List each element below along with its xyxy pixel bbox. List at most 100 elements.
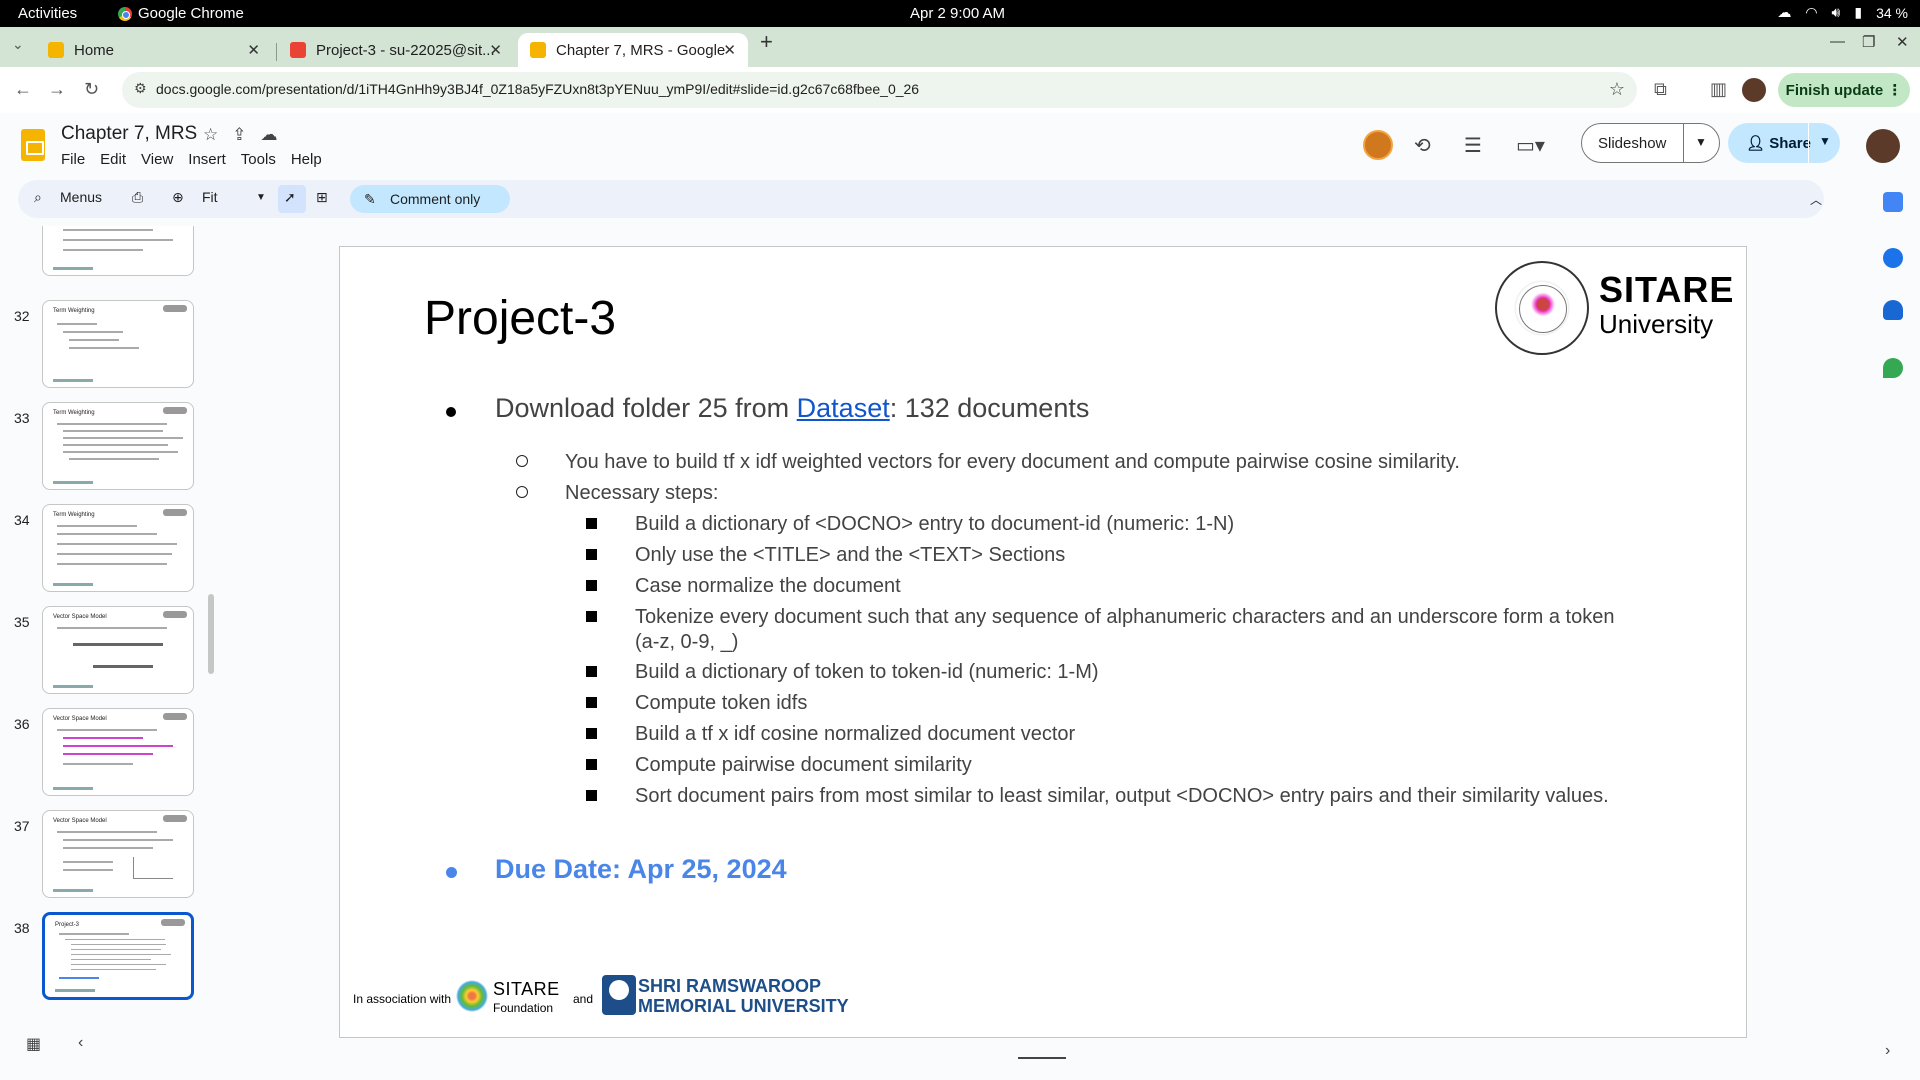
bullet-text: Download folder 25 from xyxy=(495,393,797,423)
slideshow-button[interactable]: Slideshow ▼ xyxy=(1581,123,1720,163)
move-icon[interactable]: ⇪ xyxy=(232,125,246,145)
calendar-icon[interactable] xyxy=(1883,192,1903,212)
tab-search-icon[interactable]: ⌄ xyxy=(12,36,24,53)
select-pointer-icon[interactable]: ➚ xyxy=(284,189,296,206)
finish-update-button[interactable]: Finish update ⋮ xyxy=(1778,73,1910,107)
menu-tools[interactable]: Tools xyxy=(241,151,276,168)
tasks-icon[interactable] xyxy=(1883,248,1903,268)
grid-view-icon[interactable]: ▦ xyxy=(26,1034,41,1054)
menu-insert[interactable]: Insert xyxy=(188,151,226,168)
thumb-title: Term Weighting xyxy=(53,308,95,314)
os-top-bar: Activities Google Chrome Apr 2 9:00 AM ☁… xyxy=(0,0,1920,27)
system-tray[interactable]: ☁ ◠ 🔊︎ ▮ 34 % xyxy=(1777,4,1908,21)
comments-icon[interactable]: ☰ xyxy=(1464,133,1482,158)
srmu-name-line2: MEMORIAL UNIVERSITY xyxy=(638,996,849,1016)
search-icon[interactable]: ⌕ xyxy=(34,189,42,206)
minimize-icon[interactable]: — xyxy=(1830,33,1845,50)
battery-level: 34 % xyxy=(1876,4,1908,21)
brand-name: SITARE xyxy=(1599,269,1735,310)
close-window-icon[interactable]: ✕ xyxy=(1896,33,1909,51)
forward-icon[interactable]: → xyxy=(48,79,66,100)
step-item: Compute pairwise document similarity xyxy=(635,754,972,776)
app-menu[interactable]: Google Chrome xyxy=(118,5,244,22)
site-info-icon[interactable]: ⚙ xyxy=(134,80,147,97)
dataset-link[interactable]: Dataset xyxy=(797,393,890,423)
association-text: In association with xyxy=(353,992,452,1006)
zoom-select[interactable]: Fit xyxy=(202,189,218,205)
collapse-filmstrip-icon[interactable]: ‹ xyxy=(78,1034,83,1052)
menus-search[interactable]: Menus xyxy=(60,189,102,205)
filmstrip-slide-35[interactable]: 35 Vector Space Model xyxy=(0,606,216,696)
back-icon[interactable]: ← xyxy=(14,79,32,100)
extensions-icon[interactable]: ⧉ xyxy=(1654,79,1667,100)
reload-icon[interactable]: ↻ xyxy=(84,79,99,100)
menu-edit[interactable]: Edit xyxy=(100,151,126,168)
chevron-down-icon[interactable]: ▼ xyxy=(256,192,266,203)
chevron-up-icon[interactable]: ︿ xyxy=(1810,191,1822,208)
slide-number: 36 xyxy=(14,716,30,732)
mode-comment-only-button[interactable]: ✎ Comment only xyxy=(350,185,510,213)
meet-icon[interactable]: ▭▾ xyxy=(1516,133,1545,158)
maps-icon[interactable] xyxy=(1883,358,1903,378)
srmu-seal-icon xyxy=(602,975,636,1015)
bookmark-star-icon[interactable]: ☆ xyxy=(1609,79,1625,100)
chevron-down-icon[interactable]: ▼ xyxy=(1695,135,1707,149)
slide-canvas[interactable]: Project-3 SITARE University Download fol… xyxy=(339,246,1747,1038)
close-icon[interactable]: ✕ xyxy=(247,41,260,59)
clock[interactable]: Apr 2 9:00 AM xyxy=(910,5,1005,22)
close-icon[interactable]: ✕ xyxy=(723,41,736,59)
maximize-icon[interactable]: ❐ xyxy=(1862,33,1875,51)
cloud-status-icon[interactable]: ☁ xyxy=(261,125,278,145)
activities-button[interactable]: Activities xyxy=(18,5,77,22)
bullet-download: Download folder 25 from Dataset: 132 doc… xyxy=(495,393,1089,424)
slide-filmstrip[interactable]: 32 Term Weighting 33 Term Weighting 34 T… xyxy=(0,226,216,1006)
menu-help[interactable]: Help xyxy=(291,151,322,168)
university-seal-icon xyxy=(1495,261,1589,355)
side-panel-icon[interactable]: ▥ xyxy=(1710,79,1727,100)
side-apps-panel xyxy=(1868,180,1920,1080)
filmstrip-slide-34[interactable]: 34 Term Weighting xyxy=(0,504,216,594)
chevron-down-icon[interactable]: ▼ xyxy=(1819,134,1831,148)
filmstrip-slide-38[interactable]: 38 Project-3 xyxy=(0,912,216,1002)
step-item: Build a dictionary of token to token-id … xyxy=(635,661,1099,683)
srmu-name-line1: SHRI RAMSWAROOP xyxy=(638,976,822,996)
tab-gmail[interactable]: Project-3 - su-22025@sit... ✕ xyxy=(278,33,514,67)
tab-home[interactable]: Home ✕ xyxy=(36,33,272,67)
thumb-title: Term Weighting xyxy=(53,512,95,518)
address-bar[interactable]: ⚙ docs.google.com/presentation/d/1iTH4Gn… xyxy=(122,72,1637,108)
history-icon[interactable]: ⟲ xyxy=(1414,133,1431,158)
document-title[interactable]: Chapter 7, MRS xyxy=(61,123,197,145)
filmstrip-slide[interactable] xyxy=(0,226,216,278)
people-icon: 👤︎ xyxy=(1746,135,1766,152)
menu-file[interactable]: File xyxy=(61,151,85,168)
menu-view[interactable]: View xyxy=(141,151,173,168)
slides-logo-icon[interactable] xyxy=(21,129,45,161)
collaborator-avatar[interactable] xyxy=(1363,130,1393,160)
step-item: Tokenize every document such that any se… xyxy=(635,606,1615,653)
expand-side-panel-icon[interactable]: › xyxy=(1885,1042,1890,1060)
slide-number: 37 xyxy=(14,818,30,834)
tab-chapter-7[interactable]: Chapter 7, MRS - Google... ✕ xyxy=(518,33,748,67)
new-tab-button[interactable]: + xyxy=(760,29,773,55)
star-icon[interactable]: ☆ xyxy=(203,125,218,145)
filmstrip-slide-33[interactable]: 33 Term Weighting xyxy=(0,402,216,492)
filmstrip-slide-37[interactable]: 37 Vector Space Model xyxy=(0,810,216,900)
filmstrip-slide-32[interactable]: 32 Term Weighting xyxy=(0,300,216,390)
bullet-dot xyxy=(446,407,456,417)
close-icon[interactable]: ✕ xyxy=(489,41,502,59)
filmstrip-slide-36[interactable]: 36 Vector Space Model xyxy=(0,708,216,798)
share-label: Share xyxy=(1769,135,1811,152)
profile-avatar[interactable] xyxy=(1742,78,1766,102)
slide-title[interactable]: Project-3 xyxy=(424,291,616,346)
zoom-icon[interactable]: ⊕ xyxy=(172,189,184,206)
thumb-title: Term Weighting xyxy=(53,410,95,416)
bullet-square xyxy=(586,728,597,739)
add-comment-icon[interactable]: ⊞ xyxy=(316,189,328,206)
filmstrip-scrollbar[interactable] xyxy=(208,594,214,674)
print-icon[interactable]: ⎙ xyxy=(132,189,143,206)
step-item: Build a dictionary of <DOCNO> entry to d… xyxy=(635,513,1235,535)
account-avatar[interactable] xyxy=(1866,129,1900,163)
contacts-icon[interactable] xyxy=(1883,300,1903,320)
speaker-notes-handle[interactable] xyxy=(1018,1057,1066,1059)
share-button[interactable]: 👤︎ Share ▼ xyxy=(1728,123,1840,163)
